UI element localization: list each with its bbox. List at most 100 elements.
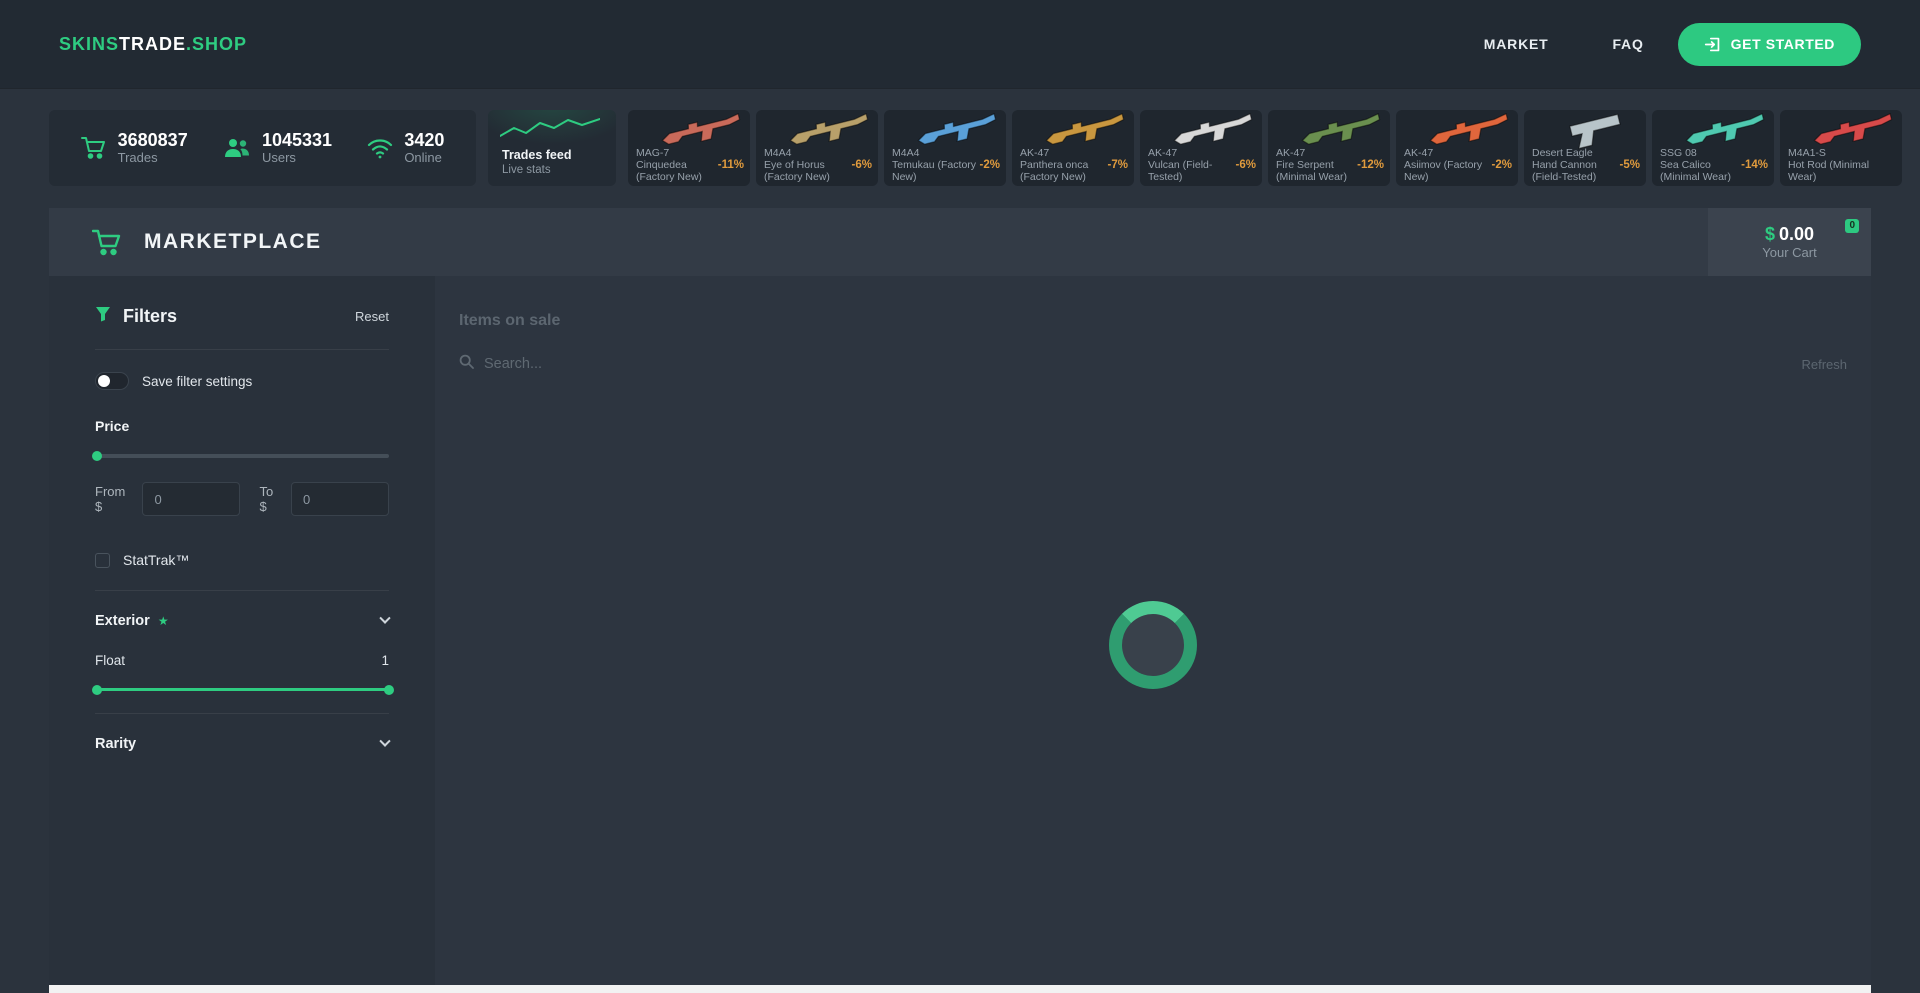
trade-card[interactable]: SSG 08 Sea Calico (Minimal Wear) -14%: [1652, 110, 1774, 186]
nav-link-faq[interactable]: FAQ: [1612, 36, 1643, 52]
trades-feed-card[interactable]: Trades feed Live stats: [488, 110, 616, 186]
chevron-down-icon: [379, 613, 390, 624]
trade-card[interactable]: M4A4 Temukau (Factory New) -2%: [884, 110, 1006, 186]
trade-card-skin: Hot Rod (Minimal Wear): [1788, 159, 1874, 183]
cart-panel[interactable]: $0.00 Your Cart 0: [1708, 208, 1871, 276]
marketplace-cart-icon: [92, 229, 122, 256]
trade-card-weapon: SSG 08: [1660, 147, 1746, 159]
trade-card-skin: Cinquedea (Factory New): [636, 159, 722, 183]
navbar: SKINSTRADE.SHOP MARKET FAQ GET STARTED: [0, 0, 1920, 88]
cart-amount-value: 0.00: [1779, 224, 1814, 244]
wifi-icon: [367, 138, 393, 159]
float-value: 1: [381, 653, 389, 668]
price-slider-handle[interactable]: [92, 451, 102, 461]
float-slider-handle-min[interactable]: [92, 685, 102, 695]
trade-card-weapon: AK-47: [1276, 147, 1362, 159]
trade-card-discount: -2%: [1492, 159, 1512, 171]
stats-card: 3680837 Trades 1045331 Users: [49, 110, 476, 186]
trades-feed-title: Trades feed: [502, 147, 602, 163]
filter-funnel-icon: [95, 306, 111, 327]
cart-count-badge: 0: [1845, 219, 1859, 233]
trade-card-text: MAG-7 Cinquedea (Factory New): [636, 147, 722, 183]
refresh-button[interactable]: Refresh: [1801, 357, 1847, 372]
trade-card-skin: Eye of Horus (Factory New): [764, 159, 850, 183]
get-started-button[interactable]: GET STARTED: [1678, 23, 1861, 66]
trade-card-text: M4A4 Temukau (Factory New): [892, 147, 978, 183]
trade-card-weapon: AK-47: [1148, 147, 1234, 159]
search-row: Refresh: [459, 354, 1847, 374]
price-slider[interactable]: [95, 454, 389, 458]
trade-cards-row: MAG-7 Cinquedea (Factory New) -11% M4A4 …: [628, 110, 1920, 186]
trade-card[interactable]: M4A1-S Hot Rod (Minimal Wear): [1780, 110, 1902, 186]
stat-users-value: 1045331: [262, 130, 332, 150]
footer-strip: [49, 985, 1871, 993]
stattrak-checkbox[interactable]: [95, 553, 110, 568]
trade-card-text: M4A4 Eye of Horus (Factory New): [764, 147, 850, 183]
trade-card[interactable]: AK-47 Panthera onca (Factory New) -7%: [1012, 110, 1134, 186]
logo[interactable]: SKINSTRADE.SHOP: [59, 34, 247, 55]
rarity-section-header[interactable]: Rarity: [95, 714, 389, 752]
trade-card-skin: Vulcan (Field-Tested): [1148, 159, 1234, 183]
float-slider[interactable]: [95, 688, 389, 691]
trade-card-weapon: M4A1-S: [1788, 147, 1874, 159]
trade-card-text: AK-47 Asiimov (Factory New): [1404, 147, 1490, 183]
trade-card-skin: Hand Cannon (Field-Tested): [1532, 159, 1618, 183]
cart-label: Your Cart: [1762, 245, 1816, 261]
trade-card[interactable]: Desert Eagle Hand Cannon (Field-Tested) …: [1524, 110, 1646, 186]
stat-online-value: 3420: [404, 130, 444, 150]
page: SKINSTRADE.SHOP MARKET FAQ GET STARTED: [0, 0, 1920, 993]
trade-card-text: AK-47 Panthera onca (Factory New): [1020, 147, 1106, 183]
trade-card-discount: -5%: [1620, 159, 1640, 171]
save-filter-label: Save filter settings: [142, 374, 252, 389]
search-icon: [459, 354, 474, 374]
logo-part-1: SKINS: [59, 34, 119, 54]
enter-icon: [1704, 36, 1721, 53]
save-filter-row: Save filter settings: [95, 372, 389, 390]
price-range-row: From $ To $: [95, 482, 389, 516]
content: Filters Reset Save filter settings Price…: [49, 276, 1871, 985]
stat-users: 1045331 Users: [223, 130, 332, 166]
trade-card-discount: -7%: [1108, 159, 1128, 171]
nav-links: MARKET FAQ GET STARTED: [1484, 23, 1861, 66]
toggle-knob: [98, 375, 110, 387]
trade-card[interactable]: AK-47 Asiimov (Factory New) -2%: [1396, 110, 1518, 186]
stat-online-label: Online: [404, 150, 444, 166]
price-to-label: To $: [259, 484, 283, 514]
price-from-label: From $: [95, 484, 134, 514]
loading-spinner: [1109, 601, 1197, 689]
price-from-input[interactable]: [142, 482, 240, 516]
stat-trades-label: Trades: [118, 150, 188, 166]
search-input[interactable]: [484, 356, 904, 372]
price-label: Price: [95, 418, 389, 434]
trade-card[interactable]: MAG-7 Cinquedea (Factory New) -11%: [628, 110, 750, 186]
filters-sidebar: Filters Reset Save filter settings Price…: [49, 276, 435, 985]
trade-card-weapon: MAG-7: [636, 147, 722, 159]
logo-part-2: TRADE: [119, 34, 186, 54]
trade-card-text: AK-47 Fire Serpent (Minimal Wear): [1276, 147, 1362, 183]
save-filter-toggle[interactable]: [95, 372, 129, 390]
trade-card-text: SSG 08 Sea Calico (Minimal Wear): [1660, 147, 1746, 183]
nav-link-market[interactable]: MARKET: [1484, 36, 1549, 52]
float-label: Float: [95, 653, 125, 668]
trade-card-text: Desert Eagle Hand Cannon (Field-Tested): [1532, 147, 1618, 183]
trade-card-discount: -6%: [1236, 159, 1256, 171]
trade-card[interactable]: M4A4 Eye of Horus (Factory New) -6%: [756, 110, 878, 186]
trade-card-discount: -6%: [852, 159, 872, 171]
stats-band: 3680837 Trades 1045331 Users: [0, 110, 1920, 186]
trade-card-skin: Fire Serpent (Minimal Wear): [1276, 159, 1362, 183]
rarity-title: Rarity: [95, 736, 136, 752]
trade-card[interactable]: AK-47 Vulcan (Field-Tested) -6%: [1140, 110, 1262, 186]
trade-card-skin: Asiimov (Factory New): [1404, 159, 1490, 183]
float-slider-handle-max[interactable]: [384, 685, 394, 695]
stat-users-label: Users: [262, 150, 332, 166]
price-to-input[interactable]: [291, 482, 389, 516]
cart-currency: $: [1765, 224, 1775, 244]
trade-card[interactable]: AK-47 Fire Serpent (Minimal Wear) -12%: [1268, 110, 1390, 186]
star-icon: ★: [158, 614, 169, 628]
reset-filters-button[interactable]: Reset: [355, 309, 389, 324]
trade-card-discount: -12%: [1357, 159, 1384, 171]
exterior-section-header[interactable]: Exterior ★: [95, 591, 389, 629]
divider: [95, 349, 389, 350]
trade-card-text: M4A1-S Hot Rod (Minimal Wear): [1788, 147, 1874, 183]
trade-card-weapon: M4A4: [764, 147, 850, 159]
